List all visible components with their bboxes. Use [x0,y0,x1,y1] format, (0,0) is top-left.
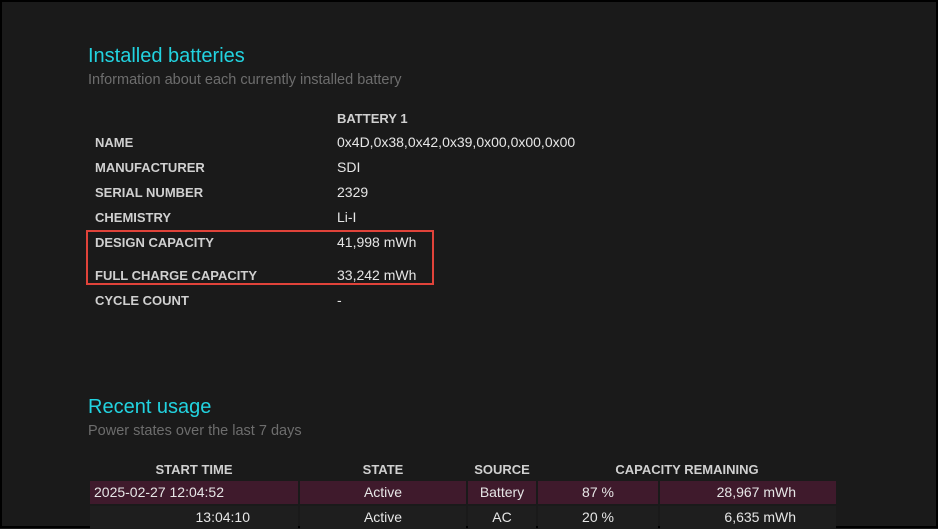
manufacturer-label: MANUFACTURER [95,160,205,175]
battery-column-header: BATTERY 1 [337,111,408,126]
name-value: 0x4D,0x38,0x42,0x39,0x00,0x00,0x00 [337,134,576,150]
source-header: SOURCE [474,462,530,477]
source-cell: Battery [468,481,536,504]
recent-usage-heading: Recent usage [88,396,212,418]
manufacturer-value: SDI [337,159,361,175]
start-time-cell: 13:04:10 [90,506,298,529]
chemistry-value: Li-I [337,209,357,225]
state-cell: Active [300,481,466,504]
name-label: NAME [95,135,134,150]
source-cell: AC [468,506,536,529]
cycle-count-label: CYCLE COUNT [95,293,189,308]
mwh-cell: 6,635 mWh [660,506,836,529]
serial-number-label: SERIAL NUMBER [95,185,204,200]
percent-cell: 20 % [538,506,658,529]
mwh-cell: 28,967 mWh [660,481,836,504]
capacity-remaining-header: CAPACITY REMAINING [615,462,759,477]
state-header: STATE [362,462,404,477]
start-time-cell: 2025-02-27 12:04:52 [90,481,298,504]
start-time-header: START TIME [155,462,233,477]
capacity-highlight-box [86,230,434,285]
recent-usage-subtitle: Power states over the last 7 days [88,423,302,439]
percent-cell: 87 % [538,481,658,504]
serial-number-value: 2329 [337,184,369,200]
state-cell: Active [300,506,466,529]
installed-batteries-subtitle: Information about each currently install… [88,72,402,88]
chemistry-label: CHEMISTRY [95,210,172,225]
cycle-count-value: - [337,292,342,308]
installed-batteries-heading: Installed batteries [88,45,245,67]
